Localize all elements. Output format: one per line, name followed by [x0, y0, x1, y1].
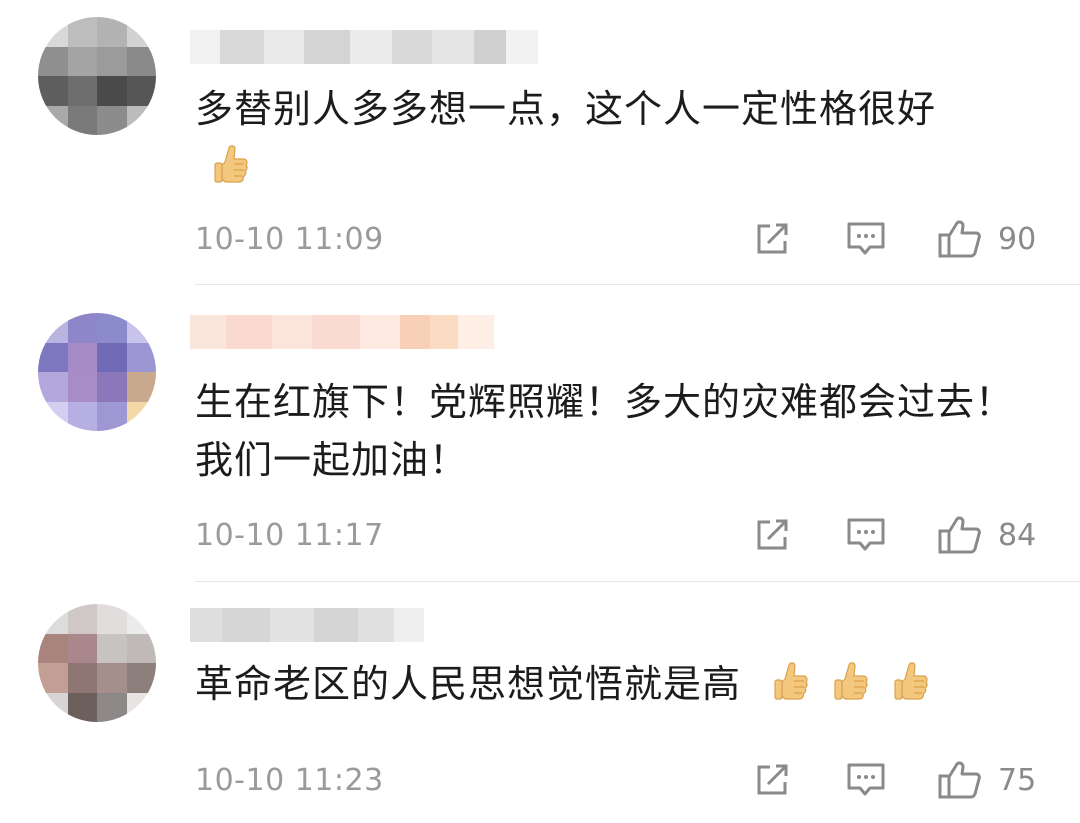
avatar[interactable]	[38, 604, 156, 722]
comment-item: 多替别人多多想一点，这个人一定性格很好 10-10 11:09 90	[0, 0, 1080, 285]
comment-body: 多替别人多多想一点，这个人一定性格很好	[195, 87, 937, 131]
username-blurred[interactable]	[190, 608, 424, 642]
thumbs-up-icon	[938, 516, 981, 554]
thumbs-up-icon	[938, 761, 981, 799]
comment-icon[interactable]	[846, 762, 886, 798]
comment-time: 10-10 11:09	[195, 221, 384, 257]
comment-meta: 10-10 11:23 75	[195, 760, 1040, 800]
avatar[interactable]	[38, 313, 156, 431]
like-count: 90	[998, 221, 1037, 257]
comment-item: 生在红旗下！党辉照耀！多大的灾难都会过去！我们一起加油！ 10-10 11:17	[0, 285, 1080, 582]
thumbs-up-icon	[938, 220, 981, 258]
share-icon[interactable]	[754, 221, 792, 257]
username-blurred[interactable]	[190, 315, 494, 349]
comment-actions: 75	[754, 761, 1040, 799]
comment-time: 10-10 11:23	[195, 762, 384, 798]
comment-actions: 84	[754, 516, 1040, 554]
like-count: 75	[998, 762, 1037, 798]
comment-meta: 10-10 11:17 84	[195, 515, 1040, 555]
comment-icon[interactable]	[846, 221, 886, 257]
share-icon[interactable]	[754, 762, 792, 798]
thumbs-up-emoji-icon	[214, 145, 248, 183]
like-count: 84	[998, 517, 1037, 553]
comment-text: 革命老区的人民思想觉悟就是高	[195, 655, 1020, 713]
thumbs-up-emoji-icon	[834, 662, 868, 700]
comment-time: 10-10 11:17	[195, 517, 384, 553]
share-icon[interactable]	[754, 517, 792, 553]
like-button[interactable]: 75	[938, 761, 1040, 799]
comment-list: 多替别人多多想一点，这个人一定性格很好 10-10 11:09 90 生在红旗下…	[0, 0, 1080, 823]
like-button[interactable]: 84	[938, 516, 1040, 554]
comment-actions: 90	[754, 220, 1040, 258]
comment-body: 革命老区的人民思想觉悟就是高	[195, 662, 742, 706]
comment-item: 革命老区的人民思想觉悟就是高 10-10 11:23 75	[0, 582, 1080, 823]
username-blurred[interactable]	[190, 30, 538, 64]
avatar[interactable]	[38, 17, 156, 135]
like-button[interactable]: 90	[938, 220, 1040, 258]
comment-body: 生在红旗下！党辉照耀！多大的灾难都会过去！我们一起加油！	[195, 380, 1015, 482]
comment-meta: 10-10 11:09 90	[195, 219, 1040, 259]
comment-text: 生在红旗下！党辉照耀！多大的灾难都会过去！我们一起加油！	[195, 373, 1020, 489]
thumbs-up-emoji-icon	[894, 662, 928, 700]
comment-text: 多替别人多多想一点，这个人一定性格很好	[195, 80, 1020, 196]
comment-icon[interactable]	[846, 517, 886, 553]
thumbs-up-emoji-icon	[774, 662, 808, 700]
